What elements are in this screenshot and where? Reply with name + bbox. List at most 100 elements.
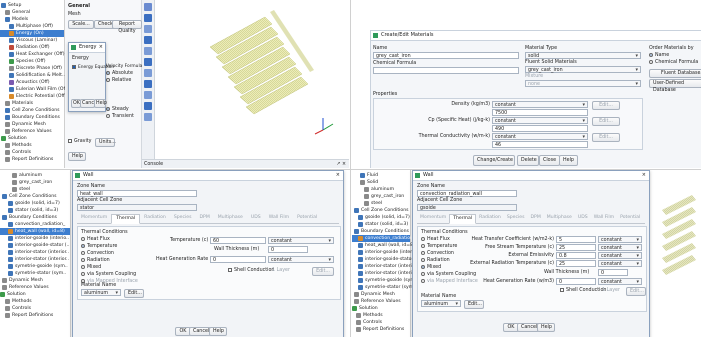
tree-item-heat-wall[interactable]: heat_wall (wall, id=8) xyxy=(0,228,70,235)
velocity-relative-radio[interactable]: Relative xyxy=(106,77,140,84)
thermal-temperature-radio[interactable]: Temperature xyxy=(81,243,138,250)
tree-item-report-definitions[interactable]: Report Definitions xyxy=(352,326,410,333)
thermal-conductivity-method-select[interactable]: constant xyxy=(492,133,588,141)
htc-method-select[interactable]: constant xyxy=(598,236,642,244)
close-icon[interactable]: × xyxy=(99,43,103,52)
shell-conduction-checkbox[interactable]: Shell Conduction xyxy=(228,267,274,274)
tree-item-boundary-conditions[interactable]: Boundary Conditions xyxy=(352,228,410,235)
cp-method-select[interactable]: constant xyxy=(492,117,588,125)
console-bar[interactable]: Console ↗ × xyxy=(142,159,349,168)
tree-item-gsoide[interactable]: gsoide (solid, id=7) xyxy=(0,200,70,207)
tree-item-steel[interactable]: steel xyxy=(0,186,70,193)
tree-item-interior-gsoide-stator[interactable]: interior-gsoide-stator (.. xyxy=(352,256,420,263)
external-radiation-temperature-input[interactable]: 25 xyxy=(556,260,596,267)
chemical-formula-input[interactable] xyxy=(373,67,519,74)
zoom-out-icon[interactable] xyxy=(144,69,152,77)
zone-name-input[interactable]: heat_wall xyxy=(77,190,197,197)
transient-radio[interactable]: Transient xyxy=(106,113,134,120)
tab-potential[interactable]: Potential xyxy=(617,214,643,222)
material-type-select[interactable]: solid xyxy=(525,52,641,60)
tree-item-methods[interactable]: Methods xyxy=(0,142,64,149)
tree-item-interior-stator-1[interactable]: interior-stator (interior.. xyxy=(352,263,419,270)
tree-item-boundary-conditions[interactable]: Boundary Conditions xyxy=(0,114,64,121)
close-icon[interactable]: × xyxy=(336,171,340,180)
heat-generation-input[interactable]: 0 xyxy=(210,256,266,263)
help-button[interactable]: Help xyxy=(559,155,578,166)
tree-item-controls[interactable]: Controls xyxy=(0,305,70,312)
density-value-input[interactable]: 7500 xyxy=(492,109,588,116)
camera-icon[interactable] xyxy=(144,102,152,110)
change-create-button[interactable]: Change/Create xyxy=(473,155,515,166)
free-stream-temperature-input[interactable]: 25 xyxy=(556,244,596,251)
tree-item-methods[interactable]: Methods xyxy=(352,312,410,319)
tree-item-cell-zone-conditions[interactable]: Cell Zone Conditions xyxy=(0,107,64,114)
wall-help-button[interactable]: Help xyxy=(209,327,227,336)
tab-thermal[interactable]: Thermal xyxy=(111,214,141,224)
zoom-icon[interactable] xyxy=(144,25,152,33)
tab-momentum[interactable]: Momentum xyxy=(417,214,449,222)
tree-item-grey-cast-iron[interactable]: grey_cast_iron xyxy=(352,193,410,200)
tree-item-interior-gsoide[interactable]: interior-gsoide (interio.. xyxy=(352,249,419,256)
tree-item-solution[interactable]: Solution xyxy=(0,135,64,142)
tree-item-reference-values[interactable]: Reference Values xyxy=(352,298,410,305)
energy-help-button[interactable]: Help xyxy=(94,99,107,108)
tree-item-dynamic-mesh[interactable]: Dynamic Mesh xyxy=(0,121,64,128)
tree-item-heat-wall[interactable]: heat_wall (wall, id=8) xyxy=(352,242,415,249)
tree-item-heat-exchanger[interactable]: Heat Exchanger (Off) xyxy=(0,51,65,58)
tree-item-symetrie-stator[interactable]: symetrie-stator (sym.. xyxy=(0,270,70,277)
close-icon[interactable]: × xyxy=(642,171,646,180)
tab-uds[interactable]: UDS xyxy=(575,214,591,222)
tree-item-models[interactable]: Models xyxy=(0,16,64,23)
thermal-convection-radio[interactable]: Convection xyxy=(421,250,478,257)
thermal-radiation-radio[interactable]: Radiation xyxy=(81,257,138,264)
general-help-button[interactable]: Help xyxy=(68,152,86,161)
pointer-icon[interactable] xyxy=(144,3,152,11)
tree-item-boundary-conditions[interactable]: Boundary Conditions xyxy=(0,214,70,221)
heat-generation-method-select[interactable]: constant xyxy=(598,278,642,286)
close-button[interactable]: Close xyxy=(539,155,560,166)
external-radiation-temperature-method-select[interactable]: constant xyxy=(598,260,642,268)
tree-item-interior-stator-1[interactable]: interior-stator (interior.. xyxy=(0,249,70,256)
tree-item-methods[interactable]: Methods xyxy=(0,298,70,305)
fluent-database-button[interactable]: Fluent Database... xyxy=(649,69,701,78)
tree-item-multiphase[interactable]: Multiphase (Off) xyxy=(0,23,64,30)
thermal-system-coupling-radio[interactable]: via System Coupling xyxy=(421,271,478,278)
tab-thermal[interactable]: Thermal xyxy=(449,214,477,224)
tree-item-controls[interactable]: Controls xyxy=(0,149,64,156)
cp-value-input[interactable]: 490 xyxy=(492,125,588,132)
tree-item-solidification[interactable]: Solidification & Melt.. xyxy=(0,72,65,79)
tree-item-interior-gsoide[interactable]: interior-gsoide (interio.. xyxy=(0,235,70,242)
material-name-select[interactable]: aluminum xyxy=(81,289,121,297)
rotate-icon[interactable] xyxy=(144,14,152,22)
scale-button[interactable]: Scale... xyxy=(68,20,94,29)
wall-help-button[interactable]: Help xyxy=(537,323,555,332)
thermal-heat-flux-radio[interactable]: Heat Flux xyxy=(421,236,478,243)
console-window-controls-icon[interactable]: ↗ × xyxy=(336,161,346,168)
gravity-checkbox[interactable]: Gravity xyxy=(68,138,92,145)
tree-item-discrete-phase[interactable]: Discrete Phase (Off) xyxy=(0,65,64,72)
wall-cancel-button[interactable]: Cancel xyxy=(517,323,539,332)
thermal-convection-radio[interactable]: Convection xyxy=(81,250,138,257)
view-icon[interactable] xyxy=(144,91,152,99)
wall-thickness-input[interactable]: 0 xyxy=(268,246,308,253)
tree-item-dynamic-mesh[interactable]: Dynamic Mesh xyxy=(352,291,410,298)
tab-potential[interactable]: Potential xyxy=(293,214,321,222)
temperature-input[interactable]: 60 xyxy=(210,237,266,244)
external-emissivity-input[interactable]: 0.8 xyxy=(556,252,596,259)
name-input[interactable]: grey_cast_iron xyxy=(373,52,519,59)
tree-item-electric-potential[interactable]: Electric Potential (Off) xyxy=(0,93,66,100)
tree-item-aluminum[interactable]: aluminum xyxy=(352,186,410,193)
tab-wall-film[interactable]: Wall Film xyxy=(591,214,617,222)
tab-multiphase[interactable]: Multiphase xyxy=(544,214,575,222)
tree-item-solution[interactable]: Solution xyxy=(352,305,410,312)
tree-item-steel[interactable]: steel xyxy=(352,200,410,207)
wall-thickness-input[interactable]: 0 xyxy=(598,269,628,276)
tree-item-energy[interactable]: Energy (On) xyxy=(0,30,64,37)
shell-conduction-checkbox[interactable]: Shell Conduction xyxy=(560,287,606,294)
order-by-formula-radio[interactable]: Chemical Formula xyxy=(649,59,698,66)
tree-item-report-definitions[interactable]: Report Definitions xyxy=(0,156,64,163)
tree-item-symetrie-stator[interactable]: symetrie-stator (sym.. xyxy=(352,284,416,291)
tab-dpm[interactable]: DPM xyxy=(528,214,544,222)
tab-dpm[interactable]: DPM xyxy=(196,214,214,222)
user-defined-database-button[interactable]: User-Defined Database xyxy=(649,79,701,93)
